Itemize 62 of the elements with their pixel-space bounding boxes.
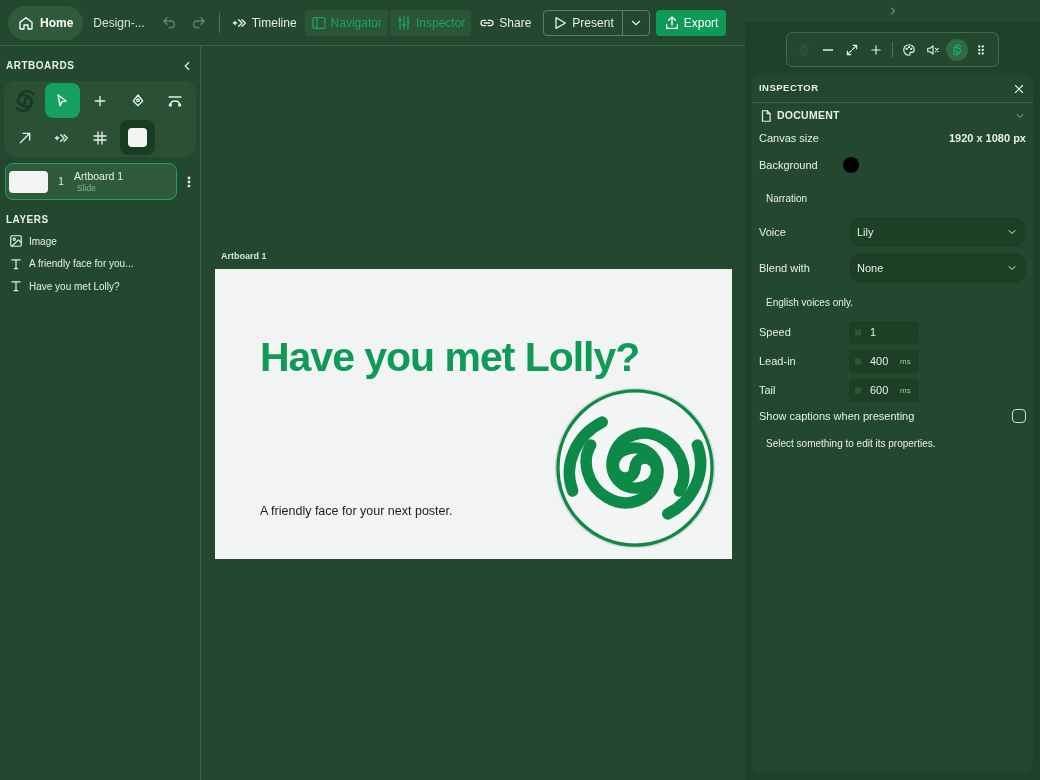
layer-item[interactable]: Have you met Lolly? <box>0 275 200 298</box>
expand-icon <box>845 42 859 57</box>
artboard-type: Slide <box>76 182 97 194</box>
spiral-icon <box>950 42 964 57</box>
checkbox-label: Show captions when presenting <box>759 408 915 424</box>
slide-title: Have you met Lolly? <box>260 332 640 382</box>
layer-item[interactable]: Image <box>0 230 200 253</box>
number-field[interactable]: 600 ms <box>849 379 919 402</box>
play-icon <box>552 14 569 31</box>
sliders-icon <box>395 14 412 31</box>
panel-icon <box>310 14 327 31</box>
field-label: Blend with <box>759 260 811 276</box>
panel-heading: ARTBOARDS <box>6 59 75 73</box>
field-label: Tail <box>759 383 777 399</box>
section-title: DOCUMENT <box>777 108 840 124</box>
pointer-tool[interactable] <box>44 83 80 118</box>
section-label: Narration <box>765 191 809 206</box>
dropdown[interactable]: Lily <box>849 217 1026 247</box>
field-label: Background <box>759 157 819 173</box>
redo-icon <box>190 14 207 31</box>
minus-icon <box>823 48 833 51</box>
panel-heading: LAYERS <box>5 213 50 227</box>
artboard-thumbnail <box>9 170 48 193</box>
help-text: Select something to edit its properties. <box>765 436 937 451</box>
upload-icon <box>663 14 680 31</box>
text-icon <box>9 279 23 294</box>
text-icon <box>9 256 23 271</box>
plus-icon <box>869 42 883 57</box>
field-label: Speed <box>759 325 792 341</box>
section-header[interactable]: DOCUMENT <box>759 104 1026 128</box>
home-icon <box>18 14 34 31</box>
field-label: Canvas size <box>759 130 819 146</box>
share-button[interactable]: Share <box>473 9 538 36</box>
unit-label: ms <box>900 355 911 368</box>
unit-label: ms <box>900 384 911 397</box>
number-field[interactable]: 1 <box>849 321 919 344</box>
timeline-button[interactable]: Timeline <box>225 9 303 36</box>
number-field[interactable]: 400 ms <box>849 350 919 373</box>
palette-icon <box>902 42 916 57</box>
document-icon <box>759 109 773 123</box>
field-label: Voice <box>759 224 787 240</box>
home-button[interactable]: Home <box>8 5 84 40</box>
canvas-size-value: 1920 x 1080 px <box>948 130 1026 146</box>
help-text: English voices only. <box>765 295 855 310</box>
field-label: Lead-in <box>759 354 797 370</box>
artboard-label: Artboard 1 <box>220 250 268 263</box>
panel-heading: INSPECTOR <box>759 81 819 96</box>
dropdown[interactable]: None <box>849 253 1026 283</box>
background-color-swatch[interactable] <box>843 157 859 173</box>
captions-checkbox[interactable] <box>1012 409 1026 423</box>
slide-subtitle: A friendly face for your next poster. <box>260 502 453 520</box>
layer-item[interactable]: A friendly face for you... <box>0 252 200 275</box>
mute-icon <box>926 42 940 57</box>
spiral-button[interactable] <box>946 38 968 61</box>
document-name[interactable]: Design-... <box>85 13 153 32</box>
hash-icon <box>92 129 108 146</box>
export-button[interactable]: Export <box>655 9 727 36</box>
undo-icon <box>160 14 177 31</box>
artboard-number: 1 <box>57 175 65 189</box>
color-swatch[interactable] <box>120 120 156 155</box>
artboard-name: Artboard 1 <box>74 169 124 183</box>
image-icon <box>9 234 23 249</box>
